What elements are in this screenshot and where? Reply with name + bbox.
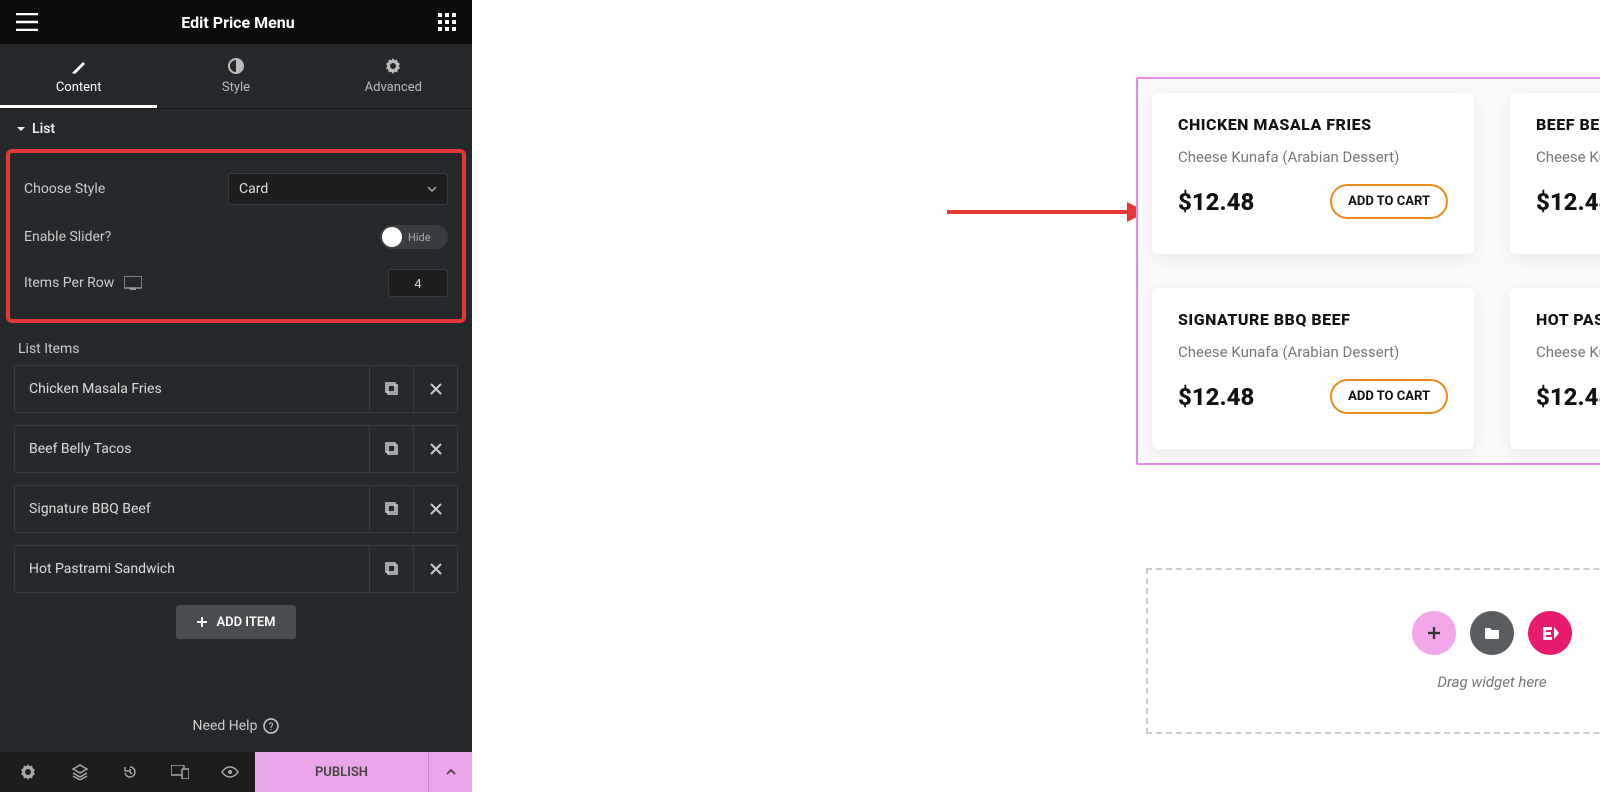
ek-logo-icon: [1540, 625, 1560, 641]
list-item-label: Hot Pastrami Sandwich: [15, 561, 369, 577]
tab-content-label: Content: [56, 80, 102, 95]
card-price: $12.48: [1178, 188, 1254, 216]
duplicate-icon[interactable]: [369, 486, 413, 532]
list-item-label: Beef Belly Tacos: [15, 441, 369, 457]
responsive-icon[interactable]: [124, 276, 142, 290]
svg-text:?: ?: [269, 722, 274, 733]
need-help-link[interactable]: Need Help ?: [0, 700, 472, 752]
dropzone-label: Drag widget here: [1437, 673, 1546, 691]
eye-icon: [221, 766, 239, 778]
section-list-label: List: [32, 121, 55, 137]
price-card: HOT PASTRAMI SANDWICH Cheese Kunafa (Ara…: [1510, 288, 1600, 449]
items-per-row-input[interactable]: [388, 269, 448, 297]
help-icon: ?: [263, 718, 279, 734]
list-items-label: List Items: [0, 329, 472, 365]
preview-canvas: CHICKEN MASALA FRIES Cheese Kunafa (Arab…: [472, 0, 1600, 792]
plus-icon: [1426, 625, 1442, 641]
chevron-down-icon: [427, 186, 437, 192]
editor-sidebar: Edit Price Menu Content Style Advanced L…: [0, 0, 472, 792]
choose-style-select[interactable]: Card: [228, 173, 448, 205]
tab-style[interactable]: Style: [157, 44, 314, 108]
add-section-button[interactable]: [1412, 611, 1456, 655]
layers-icon: [72, 764, 88, 780]
tab-advanced[interactable]: Advanced: [315, 44, 472, 108]
close-icon[interactable]: [413, 546, 457, 592]
tab-advanced-label: Advanced: [365, 80, 422, 95]
choose-style-value: Card: [239, 181, 268, 197]
apps-grid-icon[interactable]: [438, 13, 456, 31]
card-title: BEEF BELLY TACOS: [1536, 115, 1600, 134]
plus-icon: [196, 616, 208, 628]
card-desc: Cheese Kunafa (Arabian Dessert): [1178, 343, 1448, 361]
add-item-button[interactable]: ADD ITEM: [176, 605, 296, 639]
list-item-label: Chicken Masala Fries: [15, 381, 369, 397]
control-choose-style: Choose Style Card: [20, 163, 452, 215]
choose-style-label: Choose Style: [24, 181, 105, 197]
toggle-knob: [382, 227, 402, 247]
duplicate-icon[interactable]: [369, 546, 413, 592]
template-library-button[interactable]: [1470, 611, 1514, 655]
editor-tabs: Content Style Advanced: [0, 44, 472, 109]
enable-slider-state: Hide: [408, 231, 431, 244]
sidebar-header: Edit Price Menu: [0, 0, 472, 44]
card-desc: Cheese Kunafa (Arabian Dessert): [1536, 343, 1600, 361]
history-button[interactable]: [105, 752, 155, 792]
card-price: $12.48: [1536, 383, 1600, 411]
close-icon[interactable]: [413, 366, 457, 412]
list-item[interactable]: Chicken Masala Fries: [14, 365, 458, 413]
duplicate-icon[interactable]: [369, 366, 413, 412]
devices-icon: [171, 765, 189, 779]
card-title: SIGNATURE BBQ BEEF: [1178, 310, 1448, 329]
duplicate-icon[interactable]: [369, 426, 413, 472]
card-title: CHICKEN MASALA FRIES: [1178, 115, 1448, 134]
control-enable-slider: Enable Slider? Hide: [20, 215, 452, 259]
add-to-cart-button[interactable]: ADD TO CART: [1330, 184, 1448, 219]
content-panel: List Choose Style Card Enable Slider? Hi…: [0, 109, 472, 700]
chevron-up-icon: [446, 769, 456, 775]
tab-style-label: Style: [222, 80, 250, 95]
close-icon[interactable]: [413, 486, 457, 532]
sidebar-footer: PUBLISH: [0, 752, 472, 792]
price-card: BEEF BELLY TACOS Cheese Kunafa (Arabian …: [1510, 93, 1600, 254]
list-item[interactable]: Signature BBQ Beef: [14, 485, 458, 533]
list-item[interactable]: Beef Belly Tacos: [14, 425, 458, 473]
list-item-label: Signature BBQ Beef: [15, 501, 369, 517]
items-per-row-label: Items Per Row: [24, 275, 114, 291]
enable-slider-toggle[interactable]: Hide: [380, 225, 448, 249]
page-title: Edit Price Menu: [181, 13, 294, 32]
price-card: CHICKEN MASALA FRIES Cheese Kunafa (Arab…: [1152, 93, 1474, 254]
tab-content[interactable]: Content: [0, 44, 157, 108]
add-to-cart-button[interactable]: ADD TO CART: [1330, 379, 1448, 414]
card-desc: Cheese Kunafa (Arabian Dessert): [1536, 148, 1600, 166]
responsive-button[interactable]: [155, 752, 205, 792]
history-icon: [122, 764, 138, 780]
card-title: HOT PASTRAMI SANDWICH: [1536, 310, 1600, 329]
card-desc: Cheese Kunafa (Arabian Dessert): [1178, 148, 1448, 166]
publish-button[interactable]: PUBLISH: [255, 752, 428, 792]
publish-options-button[interactable]: [428, 752, 472, 792]
card-price: $12.48: [1178, 383, 1254, 411]
publish-button-group: PUBLISH: [255, 752, 472, 792]
elementskit-button[interactable]: [1528, 611, 1572, 655]
folder-icon: [1484, 626, 1500, 640]
hamburger-icon[interactable]: [16, 13, 38, 31]
list-item[interactable]: Hot Pastrami Sandwich: [14, 545, 458, 593]
price-card: SIGNATURE BBQ BEEF Cheese Kunafa (Arabia…: [1152, 288, 1474, 449]
enable-slider-label: Enable Slider?: [24, 229, 111, 245]
navigator-button[interactable]: [55, 752, 105, 792]
preview-button[interactable]: [205, 752, 255, 792]
annotation-arrow: [947, 194, 1147, 230]
widget-dropzone[interactable]: Drag widget here: [1146, 568, 1600, 734]
settings-button[interactable]: [0, 752, 55, 792]
annotation-highlight: Choose Style Card Enable Slider? Hide It…: [6, 149, 466, 323]
need-help-label: Need Help: [193, 718, 258, 734]
price-menu-widget[interactable]: CHICKEN MASALA FRIES Cheese Kunafa (Arab…: [1136, 77, 1600, 465]
control-items-per-row: Items Per Row: [20, 259, 452, 307]
section-list-toggle[interactable]: List: [0, 109, 472, 149]
gear-icon: [20, 764, 36, 780]
card-price: $12.48: [1536, 188, 1600, 216]
close-icon[interactable]: [413, 426, 457, 472]
add-item-label: ADD ITEM: [216, 615, 275, 630]
